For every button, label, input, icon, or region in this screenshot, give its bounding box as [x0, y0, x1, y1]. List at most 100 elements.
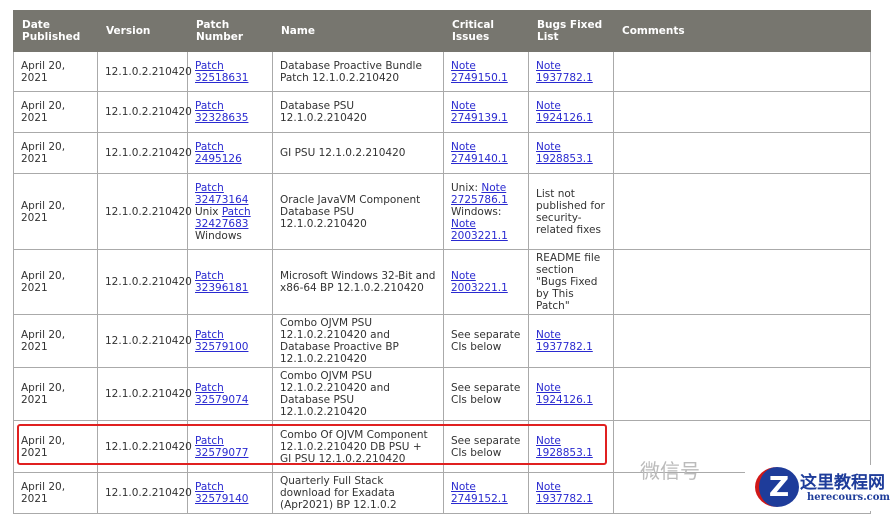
text: 12.1.0.2.210420 — [105, 487, 192, 499]
cell-critical-issues: See separate CIs below — [443, 314, 529, 368]
cell-name: Combo Of OJVM Component 12.1.0.2.210420 … — [272, 420, 444, 473]
text: Combo OJVM PSU 12.1.0.2.210420 and Datab… — [280, 370, 390, 418]
logo-icon: Z — [755, 467, 799, 507]
text: April 20, 2021 — [21, 270, 66, 294]
link[interactable]: Patch 32579074 — [195, 382, 248, 406]
cell-patch-number: Patch 32579077 — [187, 420, 273, 473]
link[interactable]: Note 1928853.1 — [536, 435, 593, 459]
cell-critical-issues: Note 2749140.1 — [443, 132, 529, 174]
cell-bugs-fixed: Note 1937782.1 — [528, 51, 614, 92]
text: See separate CIs below — [451, 329, 521, 353]
cell-comments — [613, 249, 871, 315]
cell-bugs-fixed: Note 1924126.1 — [528, 367, 614, 421]
text: 12.1.0.2.210420 — [105, 388, 192, 400]
patch-table: Date Published Version Patch Number Name Cri… — [13, 10, 871, 514]
cell-version: 12.1.0.2.210420 — [97, 132, 192, 174]
table-row: April 20, 2021 12.1.0.2.210420 Patch 32579… — [13, 314, 871, 368]
cell-name: Quarterly Full Stack download for Exadat… — [272, 472, 444, 514]
cell-patch-number: Patch 32579074 — [187, 367, 273, 421]
link[interactable]: Patch 32328635 — [195, 100, 248, 124]
cell-critical-issues: Note 2749152.1 — [443, 472, 529, 514]
text: See separate CIs below — [451, 382, 521, 406]
link[interactable]: Note 2749139.1 — [451, 100, 508, 124]
cell-patch-number: Patch 32518631 — [187, 51, 273, 92]
link[interactable]: Note 1937782.1 — [536, 481, 593, 505]
text: April 20, 2021 — [21, 434, 66, 459]
cell-version: 12.1.0.2.210420 — [97, 91, 192, 133]
cell-critical-issues: Note 2749150.1 — [443, 51, 529, 92]
cell-version: 12.1.0.2.210420 — [97, 314, 192, 368]
text: GI PSU 12.1.0.2.210420 — [280, 147, 406, 159]
header-comments: Comments — [613, 10, 871, 52]
link[interactable]: Patch 32579140 — [195, 481, 248, 505]
cell-bugs-fixed: Note 1928853.1 — [528, 132, 614, 174]
header-patch-number: Patch Number — [187, 10, 273, 52]
cell-bugs-fixed: Note 1924126.1 — [528, 91, 614, 133]
link[interactable]: Patch 32518631 — [195, 60, 248, 84]
text: Windows: — [451, 205, 502, 218]
text: April 20, 2021 — [21, 481, 66, 505]
link[interactable]: Patch 2495126 — [195, 141, 242, 165]
logo-url: herecours.com — [807, 492, 890, 503]
text: Database PSU 12.1.0.2.210420 — [280, 100, 367, 124]
text: See separate CIs below — [451, 434, 521, 459]
text: 12.1.0.2.210420 — [105, 106, 192, 118]
cell-critical-issues: Note 2003221.1 — [443, 249, 529, 315]
cell-patch-number: Patch 32579140 — [187, 472, 273, 514]
link[interactable]: Note 2749152.1 — [451, 481, 508, 505]
text: Combo OJVM PSU 12.1.0.2.210420 and Datab… — [280, 317, 399, 365]
link[interactable]: Note 1924126.1 — [536, 382, 593, 406]
cell-version: 12.1.0.2.210420 — [97, 472, 192, 514]
link[interactable]: Patch 32579100 — [195, 329, 248, 353]
cell-comments — [613, 173, 871, 250]
link[interactable]: Note 1937782.1 — [536, 329, 593, 353]
link[interactable]: Note 1928853.1 — [536, 141, 593, 165]
link[interactable]: Patch 32579077 — [195, 435, 248, 459]
cell-comments — [613, 367, 871, 421]
text: 12.1.0.2.210420 — [105, 276, 192, 288]
text: April 20, 2021 — [21, 59, 66, 84]
text: Unix: — [451, 181, 482, 194]
cell-patch-number: Patch 32396181 — [187, 249, 273, 315]
cell-date: April 20, 2021 — [13, 91, 98, 133]
cell-date: April 20, 2021 — [13, 173, 98, 250]
text: README file section "Bugs Fixed by This … — [536, 252, 601, 312]
text: April 20, 2021 — [21, 199, 66, 224]
link[interactable]: Patch 32473164 — [195, 182, 248, 206]
link[interactable]: Patch 32396181 — [195, 270, 248, 294]
cell-date: April 20, 2021 — [13, 472, 98, 514]
cell-comments — [613, 314, 871, 368]
table-row: April 20, 2021 12.1.0.2.210420 Patch 24951… — [13, 132, 871, 174]
cell-date: April 20, 2021 — [13, 314, 98, 368]
text: Windows — [195, 229, 242, 242]
cell-name: GI PSU 12.1.0.2.210420 — [272, 132, 444, 174]
link[interactable]: Note 1924126.1 — [536, 100, 593, 124]
cell-critical-issues: Unix: Note 2725786.1 Windows: Note 20032… — [443, 173, 529, 250]
text: 12.1.0.2.210420 — [105, 147, 192, 159]
text: Database Proactive Bundle Patch 12.1.0.2… — [280, 59, 422, 84]
wechat-watermark: 微信号 — [640, 459, 700, 483]
header-critical-issues: Critical Issues — [443, 10, 529, 52]
header-bugs-fixed: Bugs Fixed List — [528, 10, 614, 52]
cell-comments — [613, 132, 871, 174]
link[interactable]: Note 2003221.1 — [451, 270, 508, 294]
cell-date: April 20, 2021 — [13, 367, 98, 421]
header-row: Date Published Version Patch Number Name Cri… — [13, 10, 871, 52]
link[interactable]: Note 2749140.1 — [451, 141, 508, 165]
link[interactable]: Note 2003221.1 — [451, 218, 508, 242]
cell-version: 12.1.0.2.210420 — [97, 51, 192, 92]
text: 12.1.0.2.210420 — [105, 440, 192, 453]
table-row: April 20, 2021 12.1.0.2.210420 Patch 32396… — [13, 249, 871, 315]
logo-text: 这里教程网 — [800, 473, 885, 493]
text: Quarterly Full Stack download for Exadat… — [280, 475, 397, 511]
cell-version: 12.1.0.2.210420 — [97, 173, 192, 250]
link[interactable]: Note 1937782.1 — [536, 60, 593, 84]
header-date: Date Published — [13, 10, 98, 52]
cell-patch-number: Patch 2495126 — [187, 132, 273, 174]
cell-date: April 20, 2021 — [13, 249, 98, 315]
link[interactable]: Note 2749150.1 — [451, 60, 508, 84]
header-version: Version — [97, 10, 188, 52]
table-row: April 20, 2021 12.1.0.2.210420 Patch 32579… — [13, 367, 871, 421]
cell-date: April 20, 2021 — [13, 420, 98, 473]
cell-date: April 20, 2021 — [13, 51, 98, 92]
